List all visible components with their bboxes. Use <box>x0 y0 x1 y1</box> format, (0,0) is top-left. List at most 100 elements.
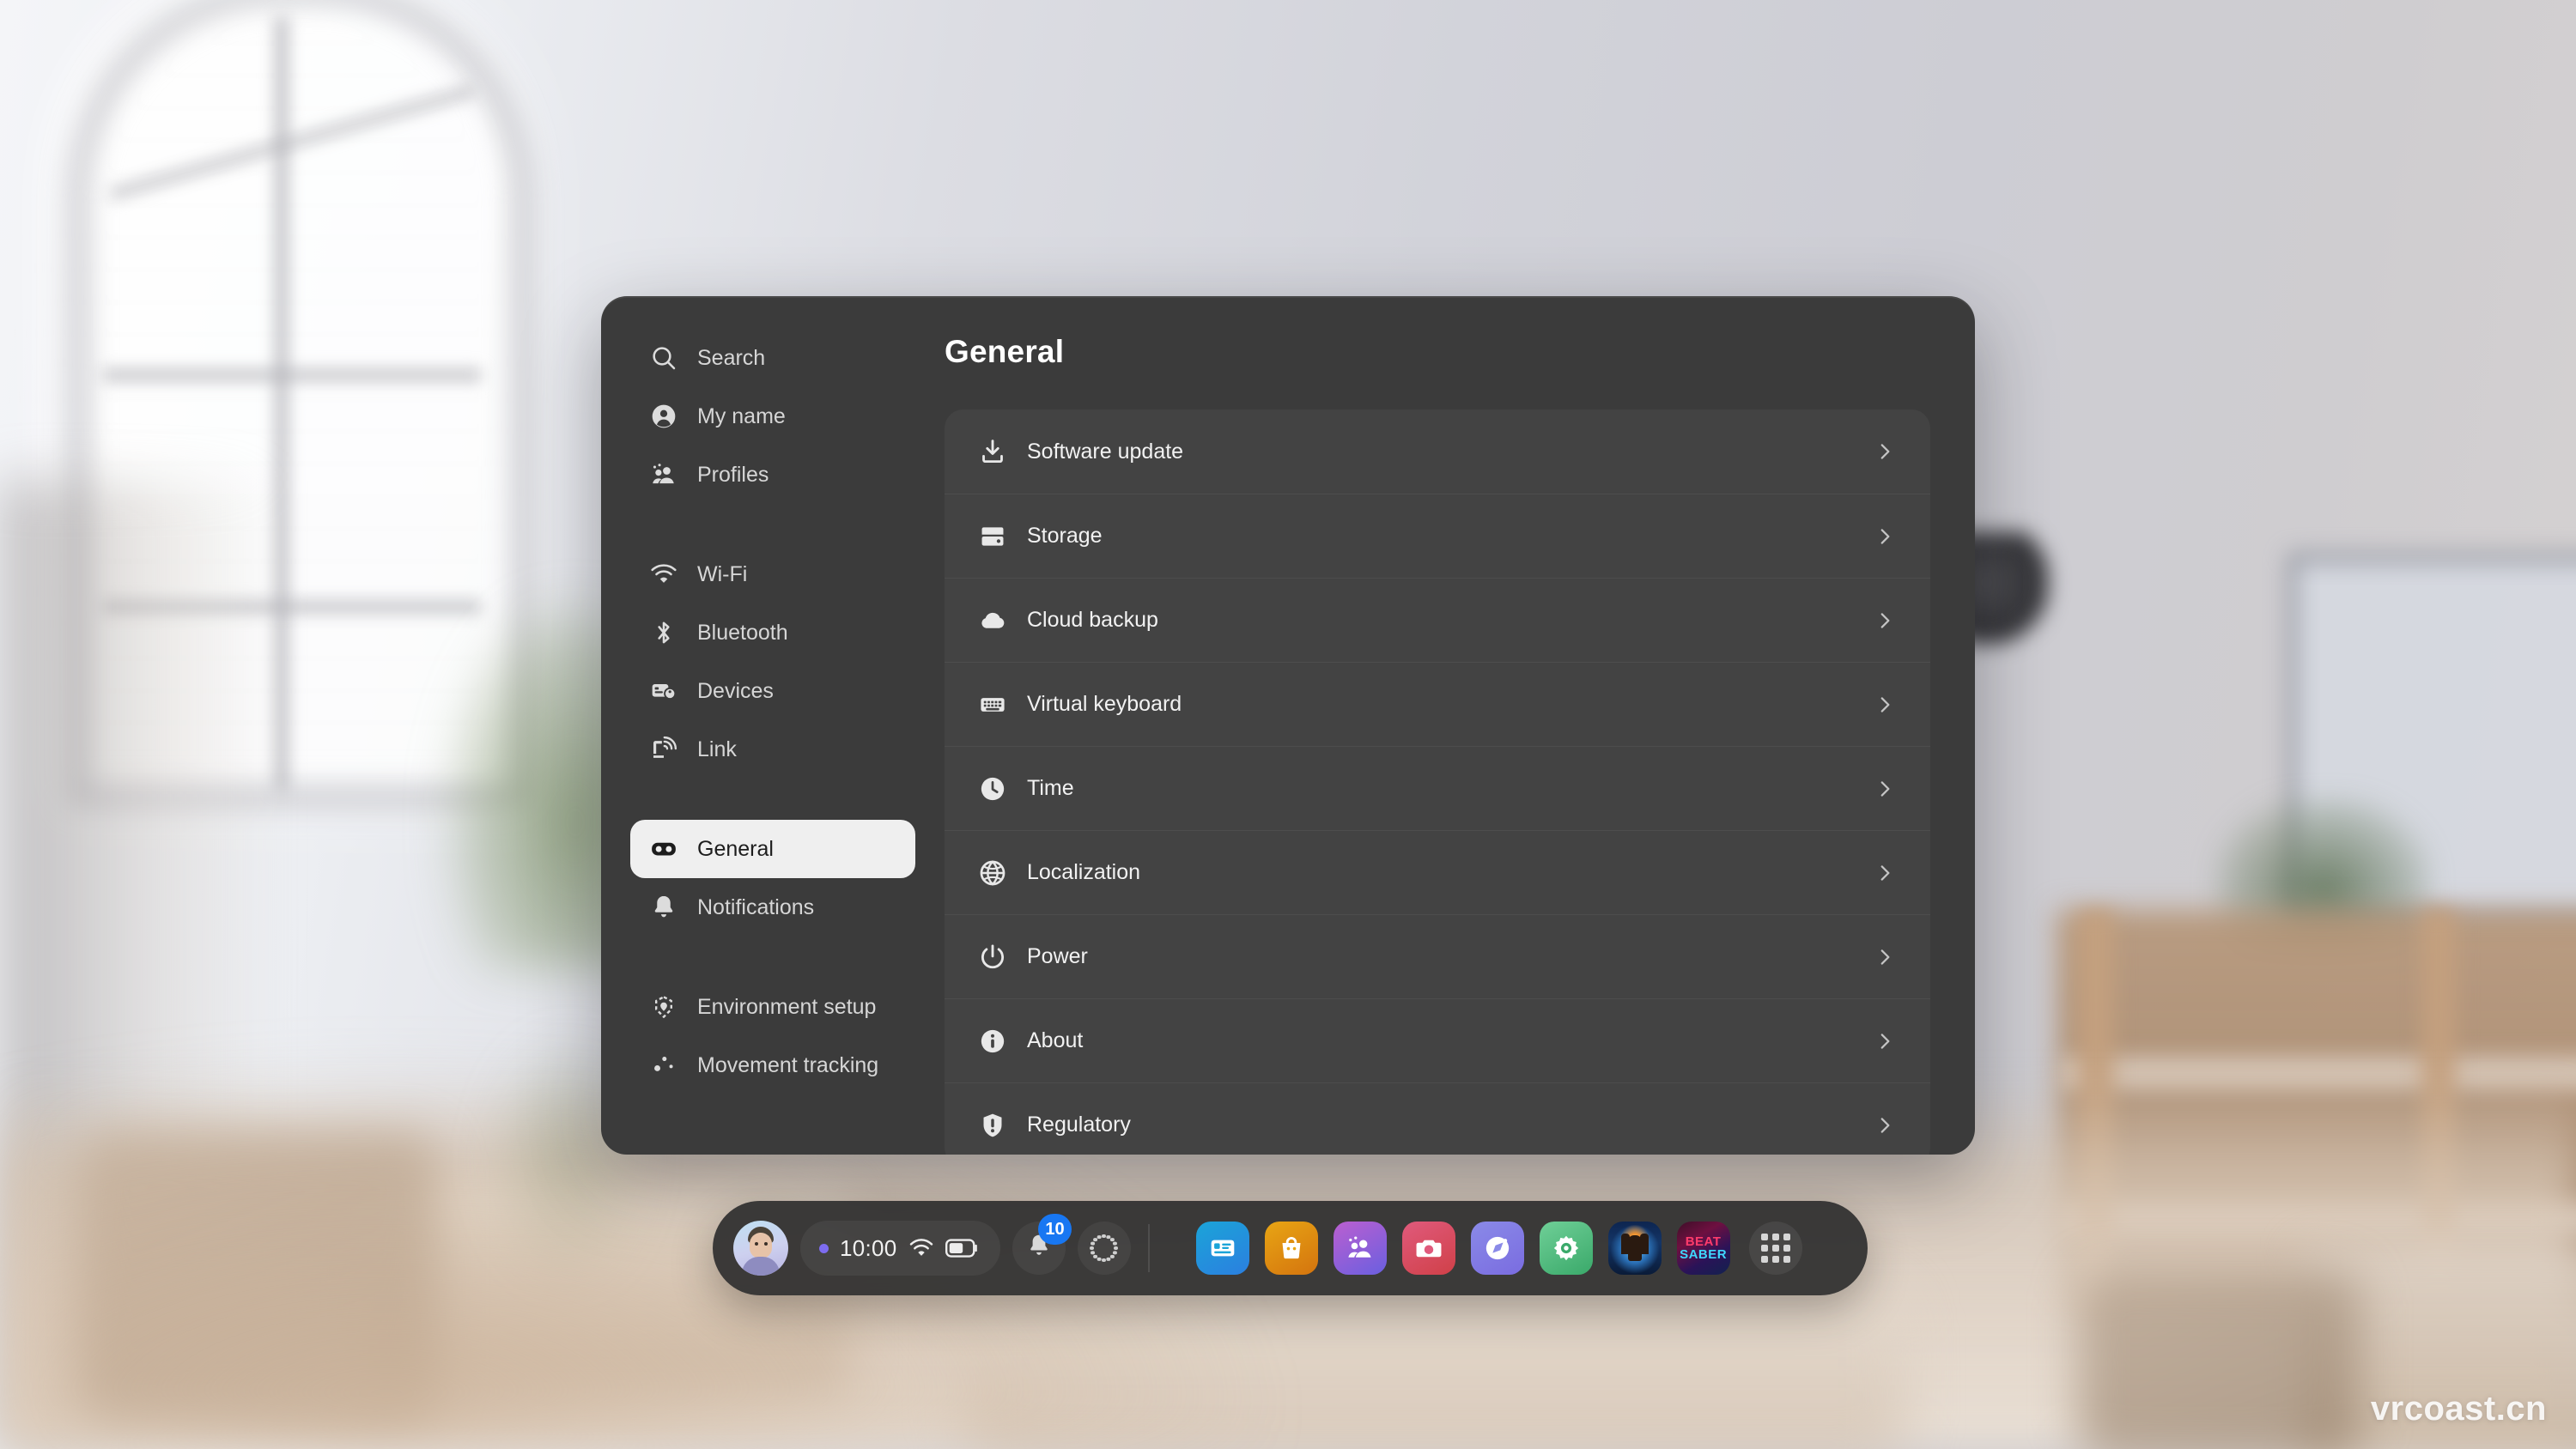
settings-row-storage[interactable]: Storage <box>945 494 1930 578</box>
avatar-body <box>742 1257 780 1276</box>
sidebar-item-label: Environment setup <box>697 994 877 1019</box>
wifi-icon <box>649 560 678 589</box>
sidebar-item-search[interactable]: Search <box>630 329 915 387</box>
avatar-eye <box>755 1242 758 1246</box>
presence-dot <box>819 1243 829 1253</box>
settings-row-regulatory[interactable]: Regulatory <box>945 1082 1930 1155</box>
app-grid-dot <box>1783 1245 1790 1252</box>
search-icon <box>649 343 678 373</box>
chair-right <box>2078 1270 2361 1449</box>
camera-icon <box>1414 1234 1443 1263</box>
dock-app-asgard-s-wrath[interactable] <box>1607 1222 1662 1275</box>
chevron-right-icon <box>1874 1114 1896 1137</box>
dotted-circle-dot <box>1093 1237 1097 1242</box>
sidebar-item-profiles[interactable]: Profiles <box>630 446 915 504</box>
window-mullion <box>275 17 289 790</box>
chevron-right-icon <box>1874 946 1896 968</box>
status-pill[interactable]: 10:00 <box>800 1221 1000 1276</box>
dotted-circle-dot <box>1114 1246 1118 1251</box>
app-grid-dot <box>1771 1256 1779 1263</box>
power-icon <box>977 942 1008 973</box>
dock-app-camera[interactable] <box>1401 1222 1455 1275</box>
settings-row-label: Power <box>1027 944 1088 968</box>
dock-app-store[interactable] <box>1264 1222 1318 1275</box>
chevron-right-icon <box>1874 778 1896 800</box>
app-grid-dot <box>1760 1256 1768 1263</box>
settings-row-label: Software update <box>1027 439 1184 464</box>
dock-app-people[interactable] <box>1333 1222 1387 1275</box>
app-grid-dot <box>1760 1245 1768 1252</box>
person-icon <box>649 402 678 431</box>
app-grid-dot <box>1771 1245 1779 1252</box>
sidebar-item-label: Search <box>697 345 766 370</box>
sidebar-item-label: General <box>697 836 774 861</box>
settings-row-software-update[interactable]: Software update <box>945 409 1930 494</box>
app-grid-dot <box>1760 1234 1768 1240</box>
sidebar-item-movement-tracking[interactable]: Movement tracking <box>630 1036 915 1094</box>
sidebar-item-my-name[interactable]: My name <box>630 387 915 446</box>
wifi-icon <box>908 1238 934 1258</box>
dock-app-beat-saber[interactable]: BEAT SABER <box>1676 1222 1730 1275</box>
people-icon <box>1346 1234 1375 1263</box>
sidebar-item-bluetooth[interactable]: Bluetooth <box>630 603 915 662</box>
settings-row-about[interactable]: About <box>945 998 1930 1082</box>
settings-row-label: Virtual keyboard <box>1027 692 1182 716</box>
chevron-right-icon <box>1874 862 1896 884</box>
app-grid-dot <box>1783 1256 1790 1263</box>
sidebar-item-wi-fi[interactable]: Wi-Fi <box>630 545 915 603</box>
sidebar-item-label: My name <box>697 403 786 428</box>
dock-app-library[interactable] <box>1195 1222 1249 1275</box>
watermark: vrcoast.cn <box>2370 1390 2547 1428</box>
settings-row-localization[interactable]: Localization <box>945 830 1930 914</box>
bell-icon <box>649 893 678 922</box>
battery-icon <box>945 1239 978 1258</box>
taskbar-dock: 10:00 10 BEAT SABER <box>713 1201 1868 1295</box>
sidebar-item-link[interactable]: Link <box>630 720 915 779</box>
settings-sidebar: Search My name Profiles Wi-Fi Bluetooth Devic… <box>601 296 945 1155</box>
dotted-circle-dot <box>1090 1246 1094 1251</box>
dotted-circle-dot <box>1091 1241 1095 1246</box>
recording-button[interactable] <box>1077 1222 1131 1275</box>
dock-divider <box>1147 1224 1150 1272</box>
game-art-icon: BEAT SABER <box>1676 1222 1730 1275</box>
sidebar-item-devices[interactable]: Devices <box>630 662 915 720</box>
settings-row-label: Storage <box>1027 524 1103 548</box>
avatar-eye <box>764 1242 768 1246</box>
notifications-button[interactable]: 10 <box>1012 1214 1072 1275</box>
dock-app-settings[interactable] <box>1539 1222 1593 1275</box>
avatar[interactable] <box>733 1221 788 1276</box>
settings-content: General Software update Storage Cloud back… <box>945 296 1975 1155</box>
keyboard-icon <box>977 689 1008 720</box>
app-grid-button[interactable] <box>1748 1222 1802 1275</box>
settings-row-power[interactable]: Power <box>945 914 1930 998</box>
app-grid-dot <box>1783 1234 1790 1240</box>
environment-setup-icon <box>649 992 678 1022</box>
beat-saber-line2: SABER <box>1680 1246 1728 1262</box>
settings-row-label: Localization <box>1027 860 1141 884</box>
clock-icon <box>977 773 1008 804</box>
sidebar-item-environment-setup[interactable]: Environment setup <box>630 978 915 1036</box>
dotted-circle-dot <box>1102 1234 1106 1239</box>
dock-apps: BEAT SABER <box>1195 1222 1730 1275</box>
dotted-circle-dot <box>1113 1251 1117 1255</box>
dotted-circle-dot <box>1102 1258 1106 1263</box>
movement-tracking-icon <box>649 1051 678 1080</box>
sidebar-item-general[interactable]: General <box>630 820 915 878</box>
regulatory-icon <box>977 1110 1008 1141</box>
settings-row-virtual-keyboard[interactable]: Virtual keyboard <box>945 662 1930 746</box>
dotted-circle-dot <box>1097 1234 1102 1240</box>
link-cast-icon <box>649 735 678 764</box>
settings-row-cloud-backup[interactable]: Cloud backup <box>945 578 1930 662</box>
chevron-right-icon <box>1874 440 1896 463</box>
dotted-circle-dot <box>1113 1241 1117 1246</box>
globe-icon <box>977 858 1008 888</box>
dock-app-explore[interactable] <box>1470 1222 1524 1275</box>
app-grid-icon <box>1760 1234 1790 1263</box>
settings-row-label: Cloud backup <box>1027 608 1158 632</box>
settings-row-time[interactable]: Time <box>945 746 1930 830</box>
headset-icon <box>649 834 678 864</box>
sidebar-item-notifications[interactable]: Notifications <box>630 878 915 937</box>
